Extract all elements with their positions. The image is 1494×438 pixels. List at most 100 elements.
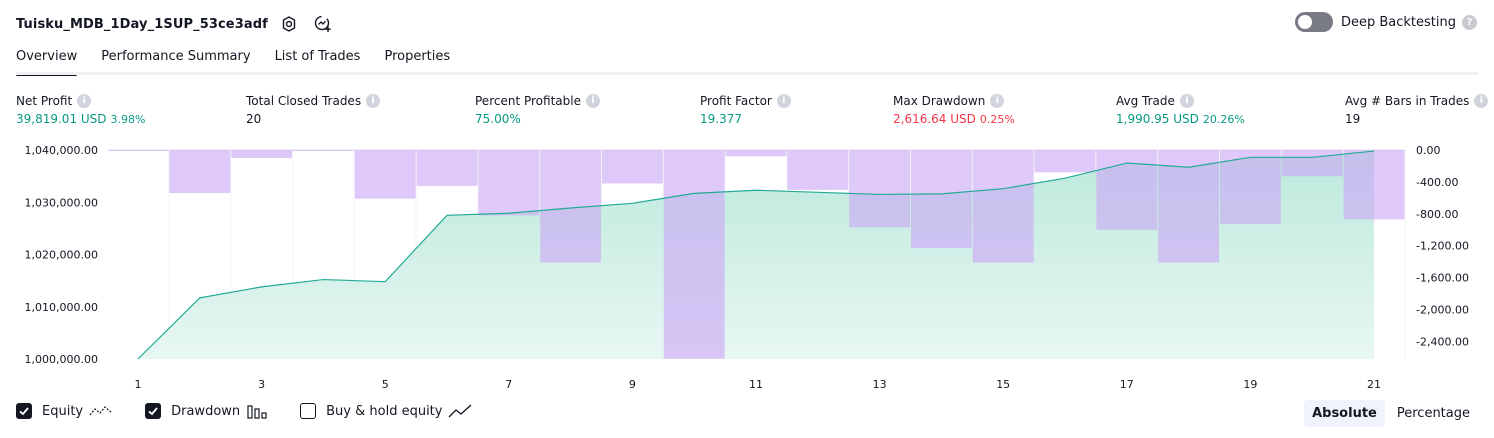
drawdown-bar (478, 150, 540, 216)
info-icon[interactable]: i (1474, 94, 1489, 108)
metric-value: 19 (1345, 112, 1361, 126)
tab-list-of-trades[interactable]: List of Trades (275, 44, 361, 74)
deep-backtesting-label: Deep Backtesting (1340, 14, 1456, 30)
metric-net-profit: Net Profit i 39,819.01 USD 3.98% (16, 93, 145, 126)
info-icon[interactable]: i (1179, 94, 1194, 108)
strategy-title: Tuisku_MDB_1Day_1SUP_53ce3adf (16, 16, 268, 32)
drawdown-checkbox[interactable] (145, 403, 162, 419)
right-axis-tick-label: 0.00 (1416, 144, 1441, 157)
drawdown-bar (787, 150, 849, 190)
legend-label: Drawdown (171, 403, 241, 419)
left-axis: 1,040,000.00 1,030,000.00 1,020,000.00 1,01… (25, 144, 98, 366)
drawdown-bar (972, 150, 1034, 263)
x-axis-tick-label: 1 (135, 378, 142, 391)
tab-performance-summary[interactable]: Performance Summary (101, 44, 250, 74)
metric-label: Total Closed Trades (246, 94, 362, 108)
drawdown-bar (293, 150, 354, 151)
percentage-button[interactable]: Percentage (1389, 400, 1478, 427)
metric-max-drawdown: Max Drawdown i 2,616.64 USD 0.25% (893, 93, 1015, 126)
metric-label: Avg Trade (1116, 94, 1175, 108)
value-mode-switch: Absolute Percentage (1300, 400, 1478, 427)
deep-backtesting-toggle[interactable] (1294, 12, 1333, 32)
x-axis-tick-label: 5 (382, 378, 389, 391)
metric-value: 1,990.95 USD (1116, 112, 1199, 126)
metric-value: 19.377 (700, 112, 742, 126)
drawdown-bar (911, 150, 972, 249)
drawdown-bar (849, 150, 910, 228)
right-axis-tick-label: -2,000.00 (1416, 304, 1469, 317)
drawdown-bar (354, 150, 416, 199)
left-axis-tick-label: 1,000,000.00 (25, 353, 98, 366)
drawdown-bar (108, 150, 169, 151)
drawdown-bars-icon (246, 403, 268, 419)
right-axis: 0.00 -400.00 -800.00 -1,200.00 -1,600.00 -2,0… (1416, 144, 1469, 348)
buy-hold-line-icon (448, 403, 472, 419)
left-axis-tick-label: 1,010,000.00 (25, 301, 98, 314)
drawdown-bar (602, 150, 663, 184)
metric-percent: 3.98% (110, 113, 146, 126)
metric-avg-trade: Avg Trade i 1,990.95 USD 20.26% (1116, 93, 1245, 126)
metric-value: 2,616.64 USD (893, 112, 976, 126)
right-axis-tick-label: -1,600.00 (1416, 272, 1469, 285)
gear-icon[interactable] (276, 11, 302, 37)
metric-percent-profitable: Percent Profitable i 75.00% (475, 93, 600, 126)
equity-drawdown-chart[interactable]: 1,040,000.00 1,030,000.00 1,020,000.00 1,01… (0, 138, 1494, 396)
legend-label: Buy & hold equity (326, 403, 443, 419)
toggle-knob (1297, 15, 1312, 29)
info-icon[interactable]: i (585, 94, 600, 108)
buy-hold-checkbox[interactable] (300, 403, 317, 419)
absolute-button[interactable]: Absolute (1304, 400, 1385, 427)
drawdown-bar (1281, 150, 1343, 177)
chart-add-icon[interactable] (310, 11, 336, 37)
tab-properties[interactable]: Properties (384, 44, 450, 74)
deep-backtesting: Deep Backtesting ? (1294, 12, 1477, 32)
x-axis-tick-label: 11 (749, 378, 763, 391)
info-icon[interactable]: i (77, 94, 92, 108)
info-icon[interactable]: i (990, 94, 1005, 108)
report-tabs: Overview Performance Summary List of Tra… (16, 44, 474, 76)
metric-label: Percent Profitable (475, 94, 581, 108)
x-axis-tick-label: 3 (258, 378, 265, 391)
drawdown-bar (1343, 150, 1405, 220)
info-icon[interactable]: i (366, 94, 381, 108)
metric-label: Profit Factor (700, 94, 772, 108)
right-axis-tick-label: -1,200.00 (1416, 240, 1469, 253)
equity-line-icon (89, 403, 113, 419)
metric-avg-bars-in-trades: Avg # Bars in Trades i 19 (1345, 93, 1489, 126)
legend-label: Equity (42, 403, 84, 419)
metric-percent: 20.26% (1202, 113, 1245, 126)
drawdown-bar (1034, 150, 1096, 173)
legend-equity[interactable]: Equity (16, 403, 113, 419)
drawdown-bar (231, 150, 292, 158)
drawdown-bar (169, 150, 231, 194)
x-axis-tick-label: 9 (629, 378, 636, 391)
legend-drawdown[interactable]: Drawdown (145, 403, 268, 419)
left-axis-tick-label: 1,040,000.00 (25, 144, 98, 157)
drawdown-bar (1096, 150, 1158, 230)
x-axis-tick-label: 15 (996, 378, 1010, 391)
x-axis-tick-label: 19 (1243, 378, 1257, 391)
chart-legend: Equity Drawdown Buy & hold equity (16, 403, 504, 419)
x-axis-tick-label: 13 (873, 378, 887, 391)
metric-value: 20 (246, 112, 262, 126)
info-icon[interactable]: i (776, 94, 791, 108)
tab-overview[interactable]: Overview (16, 44, 78, 76)
left-axis-tick-label: 1,030,000.00 (25, 196, 98, 209)
metric-total-closed-trades: Total Closed Trades i 20 (246, 93, 381, 126)
metric-profit-factor: Profit Factor i 19.377 (700, 93, 791, 126)
x-axis-tick-label: 7 (505, 378, 512, 391)
metric-value: 39,819.01 USD (16, 112, 107, 126)
metric-percent: 0.25% (979, 113, 1015, 126)
right-axis-tick-label: -400.00 (1416, 176, 1458, 189)
x-axis-tick-label: 17 (1120, 378, 1134, 391)
x-axis: 1 3 5 7 9 11 13 15 17 19 21 (135, 378, 1382, 391)
right-axis-tick-label: -2,400.00 (1416, 335, 1469, 348)
equity-checkbox[interactable] (16, 403, 32, 419)
legend-buy-hold-equity[interactable]: Buy & hold equity (300, 403, 472, 419)
strategy-header: Tuisku_MDB_1Day_1SUP_53ce3adf (16, 9, 336, 39)
help-icon[interactable]: ? (1462, 14, 1477, 30)
metric-label: Net Profit (16, 94, 73, 108)
right-axis-tick-label: -800.00 (1416, 208, 1458, 221)
drawdown-bar (725, 150, 787, 157)
tabs-divider (16, 72, 1478, 75)
